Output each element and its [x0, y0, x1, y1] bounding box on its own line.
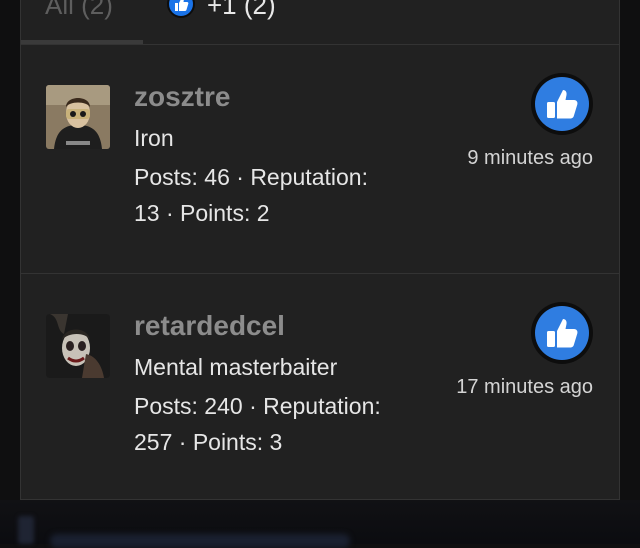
tab-all[interactable]: All (2)	[21, 0, 143, 44]
timestamp: 17 minutes ago	[456, 376, 593, 398]
stats-line: Posts: 240 · Reputation:	[134, 393, 381, 419]
reactions-panel: All (2) +1 (2) zosztre Iron Posts: 46 · …	[20, 0, 620, 500]
stats-line: 257 · Points: 3	[134, 429, 283, 455]
thumbs-up-badge	[531, 302, 593, 364]
thumbs-up-icon	[167, 0, 195, 18]
avatar[interactable]	[46, 85, 110, 149]
reaction-tabs: All (2) +1 (2)	[21, 0, 619, 45]
user-rank: Mental masterbaiter	[134, 354, 338, 380]
tab-all-label: All (2)	[45, 0, 113, 20]
avatar[interactable]	[46, 314, 110, 378]
background-page	[0, 500, 640, 548]
stats-line: Posts: 46 · Reputation:	[134, 164, 368, 190]
username[interactable]: zosztre	[134, 81, 230, 113]
stats-line: 13 · Points: 2	[134, 200, 270, 226]
reaction-row: zosztre Iron Posts: 46 · Reputation: 13 …	[21, 45, 619, 274]
background-blur-element	[50, 534, 350, 548]
user-stats: Posts: 46 · Reputation: 13 · Points: 2	[134, 159, 424, 231]
background-blur-element	[18, 516, 34, 544]
username[interactable]: retardedcel	[134, 310, 285, 342]
thumbs-up-badge	[531, 73, 593, 135]
user-stats: Posts: 240 · Reputation: 257 · Points: 3	[134, 388, 424, 460]
thumbs-up-icon	[535, 306, 589, 360]
user-rank: Iron	[134, 125, 174, 151]
timestamp: 9 minutes ago	[467, 147, 593, 169]
thumbs-up-icon	[535, 77, 589, 131]
tab-plus-one-label: +1 (2)	[207, 0, 276, 20]
reaction-row: retardedcel Mental masterbaiter Posts: 2…	[21, 274, 619, 502]
